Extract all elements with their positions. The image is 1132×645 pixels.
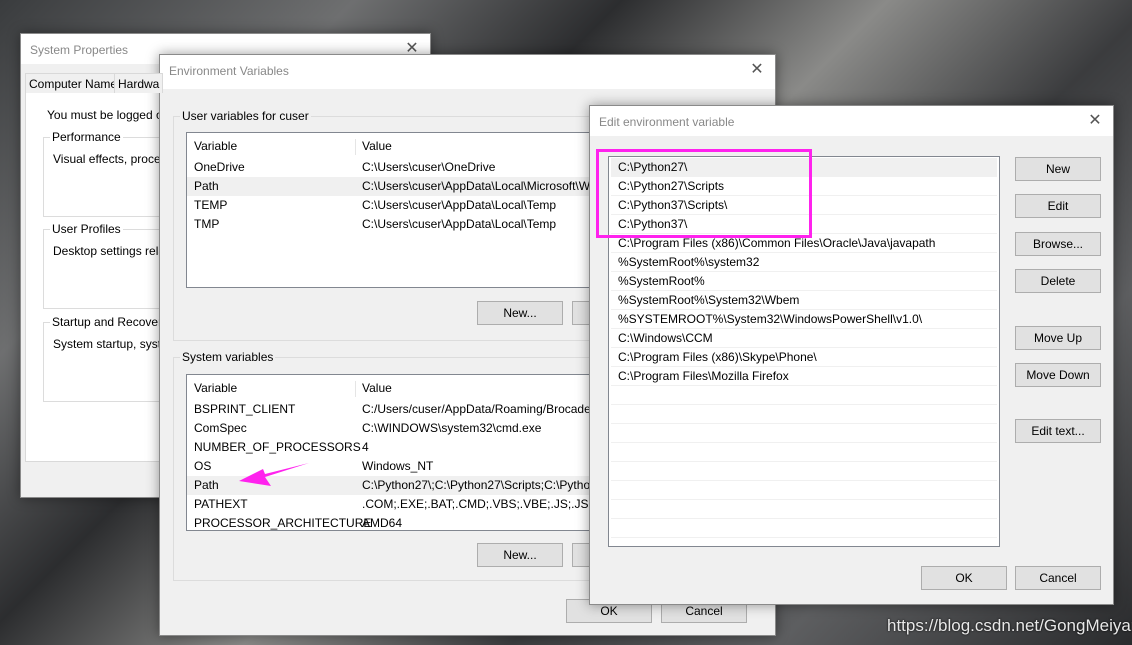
path-entry[interactable]: %SystemRoot%\System32\Wbem <box>611 291 997 310</box>
path-entry[interactable]: C:\Program Files (x86)\Skype\Phone\ <box>611 348 997 367</box>
path-entry[interactable]: C:\Program Files\Mozilla Firefox <box>611 367 997 386</box>
path-entry[interactable] <box>611 500 997 519</box>
variable-value: C:\Users\cuser\OneDrive <box>362 160 496 174</box>
variable-name: PROCESSOR_ARCHITECTURE <box>194 516 372 530</box>
variable-value: C:/Users/cuser/AppData/Roaming/Brocade <box>362 402 591 416</box>
variable-value: C:\Users\cuser\AppData\Local\Temp <box>362 198 557 212</box>
path-entry[interactable]: %SystemRoot%\system32 <box>611 253 997 272</box>
variable-name: OneDrive <box>194 160 245 174</box>
column-header-variable[interactable]: Variable <box>194 379 237 398</box>
variable-value: C:\Users\cuser\AppData\Local\Temp <box>362 217 557 231</box>
cancel-button[interactable]: Cancel <box>1015 566 1101 590</box>
variable-name: Path <box>194 179 219 193</box>
watermark: https://blog.csdn.net/GongMeiyan <box>887 616 1132 635</box>
system-variables-list[interactable]: Variable Value BSPRINT_CLIENT C:/Users/cus… <box>186 374 606 531</box>
table-row[interactable]: PROCESSOR_ARCHITECTURE AMD64 <box>187 514 605 530</box>
group-label: User Profiles <box>50 222 123 236</box>
variable-value: Windows_NT <box>362 459 434 473</box>
group-label: System variables <box>180 350 276 364</box>
close-icon[interactable]: ✕ <box>1085 111 1105 131</box>
group-label: Performance <box>50 130 123 144</box>
variable-name: OS <box>194 459 212 473</box>
new-button[interactable]: New <box>1015 157 1101 181</box>
table-row[interactable]: TEMP C:\Users\cuser\AppData\Local\Temp <box>187 196 605 215</box>
path-entry[interactable] <box>611 443 997 462</box>
edit-title: Edit environment variable <box>590 106 1113 136</box>
variable-value: C:\Users\cuser\AppData\Local\Microsoft\W <box>362 179 591 193</box>
path-entry[interactable] <box>611 462 997 481</box>
annotation-arrow-icon <box>239 463 309 486</box>
variable-name: BSPRINT_CLIENT <box>194 402 296 416</box>
path-entry[interactable] <box>611 424 997 443</box>
tab-computer-name[interactable]: Computer Name <box>25 73 122 93</box>
user-new-button[interactable]: New... <box>477 301 563 325</box>
variable-value: 4 <box>362 440 369 454</box>
edit-button[interactable]: Edit <box>1015 194 1101 218</box>
variable-name: Path <box>194 478 219 492</box>
path-entry[interactable] <box>611 405 997 424</box>
variable-value: AMD64 <box>362 516 403 530</box>
variable-name: TMP <box>194 217 220 231</box>
path-entry[interactable]: C:\Windows\CCM <box>611 329 997 348</box>
move-up-button[interactable]: Move Up <box>1015 326 1101 350</box>
column-header-value[interactable]: Value <box>362 379 392 398</box>
group-text: Desktop settings relate <box>53 244 176 258</box>
table-row[interactable]: OneDrive C:\Users\cuser\OneDrive <box>187 158 605 177</box>
path-entry[interactable] <box>611 386 997 405</box>
path-entry[interactable] <box>611 519 997 538</box>
variable-name: ComSpec <box>194 421 247 435</box>
column-header-variable[interactable]: Variable <box>194 137 237 156</box>
tab-hardware[interactable]: Hardwa <box>114 73 164 93</box>
path-entry[interactable]: %SYSTEMROOT%\System32\WindowsPowerShell\… <box>611 310 997 329</box>
table-row[interactable]: NUMBER_OF_PROCESSORS 4 <box>187 438 605 457</box>
ok-button[interactable]: OK <box>921 566 1007 590</box>
close-icon[interactable]: ✕ <box>747 60 767 80</box>
variable-value: .COM;.EXE;.BAT;.CMD;.VBS;.VBE;.JS;.JSE;.… <box>362 497 606 511</box>
variable-value: C:\WINDOWS\system32\cmd.exe <box>362 421 542 435</box>
path-entry[interactable]: %SystemRoot% <box>611 272 997 291</box>
variable-name: TEMP <box>194 198 228 212</box>
edit-text-button[interactable]: Edit text... <box>1015 419 1101 443</box>
group-label: User variables for cuser <box>180 109 311 123</box>
variable-name: NUMBER_OF_PROCESSORS <box>194 440 361 454</box>
table-row[interactable]: BSPRINT_CLIENT C:/Users/cuser/AppData/Roa… <box>187 400 605 419</box>
column-header-value[interactable]: Value <box>362 137 392 156</box>
path-entry[interactable] <box>611 481 997 500</box>
edit-environment-variable-dialog: Edit environment variable ✕ C:\Python27\… <box>589 105 1114 605</box>
variable-value: C:\Python27\;C:\Python27\Scripts;C:\Pyth… <box>362 478 591 492</box>
system-new-button[interactable]: New... <box>477 543 563 567</box>
user-variables-list[interactable]: Variable Value OneDrive C:\Users\cuser\One… <box>186 132 606 288</box>
table-row[interactable]: TMP C:\Users\cuser\AppData\Local\Temp <box>187 215 605 234</box>
highlight-box <box>596 149 812 238</box>
browse-button[interactable]: Browse... <box>1015 232 1101 256</box>
env-title: Environment Variables <box>160 55 775 89</box>
move-down-button[interactable]: Move Down <box>1015 363 1101 387</box>
group-label: Startup and Recovery <box>50 315 171 329</box>
table-row[interactable]: ComSpec C:\WINDOWS\system32\cmd.exe <box>187 419 605 438</box>
variable-name: PATHEXT <box>194 497 248 511</box>
delete-button[interactable]: Delete <box>1015 269 1101 293</box>
table-row[interactable]: Path C:\Users\cuser\AppData\Local\Microso… <box>187 177 605 196</box>
table-row[interactable]: PATHEXT .COM;.EXE;.BAT;.CMD;.VBS;.VBE;.JS… <box>187 495 605 514</box>
